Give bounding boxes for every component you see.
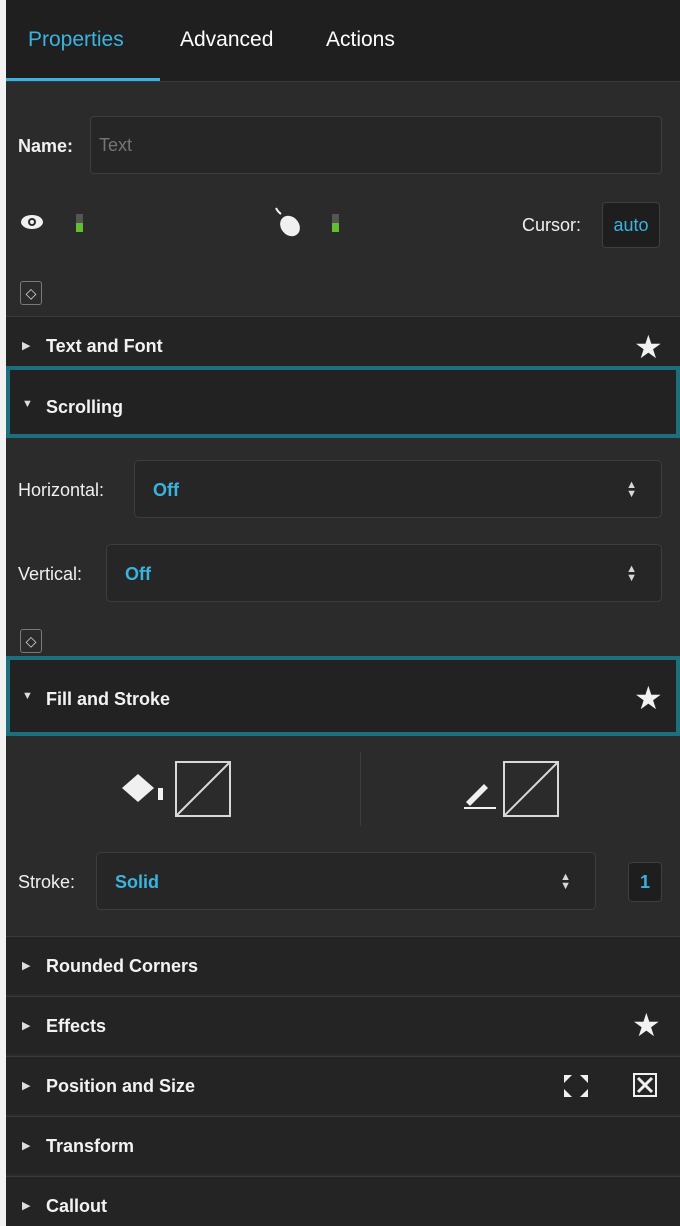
section-title: Effects	[46, 1016, 107, 1036]
section-fill-and-stroke[interactable]: ▼ Fill and Stroke ★	[6, 656, 680, 736]
stroke-label: Stroke:	[18, 872, 76, 892]
horizontal-scroll-select[interactable]: Off ▲ ▼	[134, 460, 662, 518]
section-transform[interactable]: ▶ Transform	[6, 1116, 680, 1174]
section-title: Rounded Corners	[46, 956, 199, 976]
collapse-toggle-icon[interactable]: ◇	[20, 629, 42, 653]
section-title: Position and Size	[46, 1076, 196, 1096]
stroke-style-value: Solid	[115, 872, 159, 892]
tab-actions[interactable]: Actions	[326, 28, 395, 52]
expanded-arrow-icon: ▼	[22, 690, 33, 702]
vertical-scroll-select[interactable]: Off ▲ ▼	[106, 544, 662, 602]
collapsed-arrow-icon: ▶	[22, 340, 31, 352]
name-input[interactable]	[90, 116, 662, 174]
active-tab-indicator	[6, 78, 160, 81]
section-scrolling[interactable]: ▼ Scrolling	[6, 366, 680, 438]
cursor-label: Cursor:	[522, 215, 582, 235]
cursor-select[interactable]: auto	[602, 202, 660, 248]
mouse-icon[interactable]	[268, 204, 302, 243]
section-effects[interactable]: ▶ Effects ★	[6, 996, 680, 1054]
stroke-style-select[interactable]: Solid ▲ ▼	[96, 852, 596, 910]
section-position-and-size[interactable]: ▶ Position and Size	[6, 1056, 680, 1114]
collapsed-arrow-icon: ▶	[22, 960, 31, 972]
horizontal-label: Horizontal:	[18, 480, 105, 500]
mouse-indicator[interactable]	[332, 214, 339, 232]
properties-panel: Properties Advanced Actions Name: Cursor…	[6, 0, 680, 1226]
stroke-width-input[interactable]: 1	[628, 862, 662, 902]
collapsed-arrow-icon: ▶	[22, 1200, 31, 1212]
section-rounded-corners[interactable]: ▶ Rounded Corners	[6, 936, 680, 994]
collapsed-arrow-icon: ▶	[22, 1080, 31, 1092]
section-title: Transform	[46, 1136, 135, 1156]
fit-to-content-icon[interactable]	[562, 1073, 590, 1104]
fill-bucket-icon[interactable]	[118, 768, 170, 813]
name-label: Name:	[18, 136, 74, 156]
reset-size-icon[interactable]	[632, 1072, 658, 1103]
tab-bar: Properties Advanced Actions	[6, 0, 680, 82]
select-arrows-icon: ▲ ▼	[626, 563, 637, 584]
star-icon[interactable]: ★	[634, 331, 663, 363]
collapsed-arrow-icon: ▶	[22, 1020, 31, 1032]
section-callout[interactable]: ▶ Callout	[6, 1176, 680, 1226]
visibility-indicator[interactable]	[76, 214, 83, 232]
section-title: Fill and Stroke	[46, 689, 171, 709]
tab-properties[interactable]: Properties	[28, 28, 124, 52]
fill-color-none-swatch[interactable]	[174, 760, 232, 823]
section-title: Scrolling	[46, 397, 124, 417]
vertical-label: Vertical:	[18, 564, 83, 584]
fill-stroke-divider	[360, 752, 361, 826]
section-title: Callout	[46, 1196, 107, 1216]
tab-advanced[interactable]: Advanced	[180, 28, 273, 52]
select-arrows-icon: ▲ ▼	[626, 479, 637, 500]
horizontal-scroll-value: Off	[153, 480, 179, 500]
vertical-scroll-value: Off	[125, 564, 151, 584]
star-icon[interactable]: ★	[632, 1009, 661, 1041]
expanded-arrow-icon: ▼	[22, 398, 33, 410]
star-icon[interactable]: ★	[634, 682, 663, 714]
collapse-toggle-icon[interactable]: ◇	[20, 281, 42, 305]
section-title: Text and Font	[46, 336, 163, 356]
eye-icon[interactable]	[20, 214, 44, 235]
pen-icon[interactable]	[462, 776, 496, 815]
select-arrows-icon: ▲ ▼	[560, 871, 571, 892]
collapsed-arrow-icon: ▶	[22, 1140, 31, 1152]
stroke-color-none-swatch[interactable]	[502, 760, 560, 823]
